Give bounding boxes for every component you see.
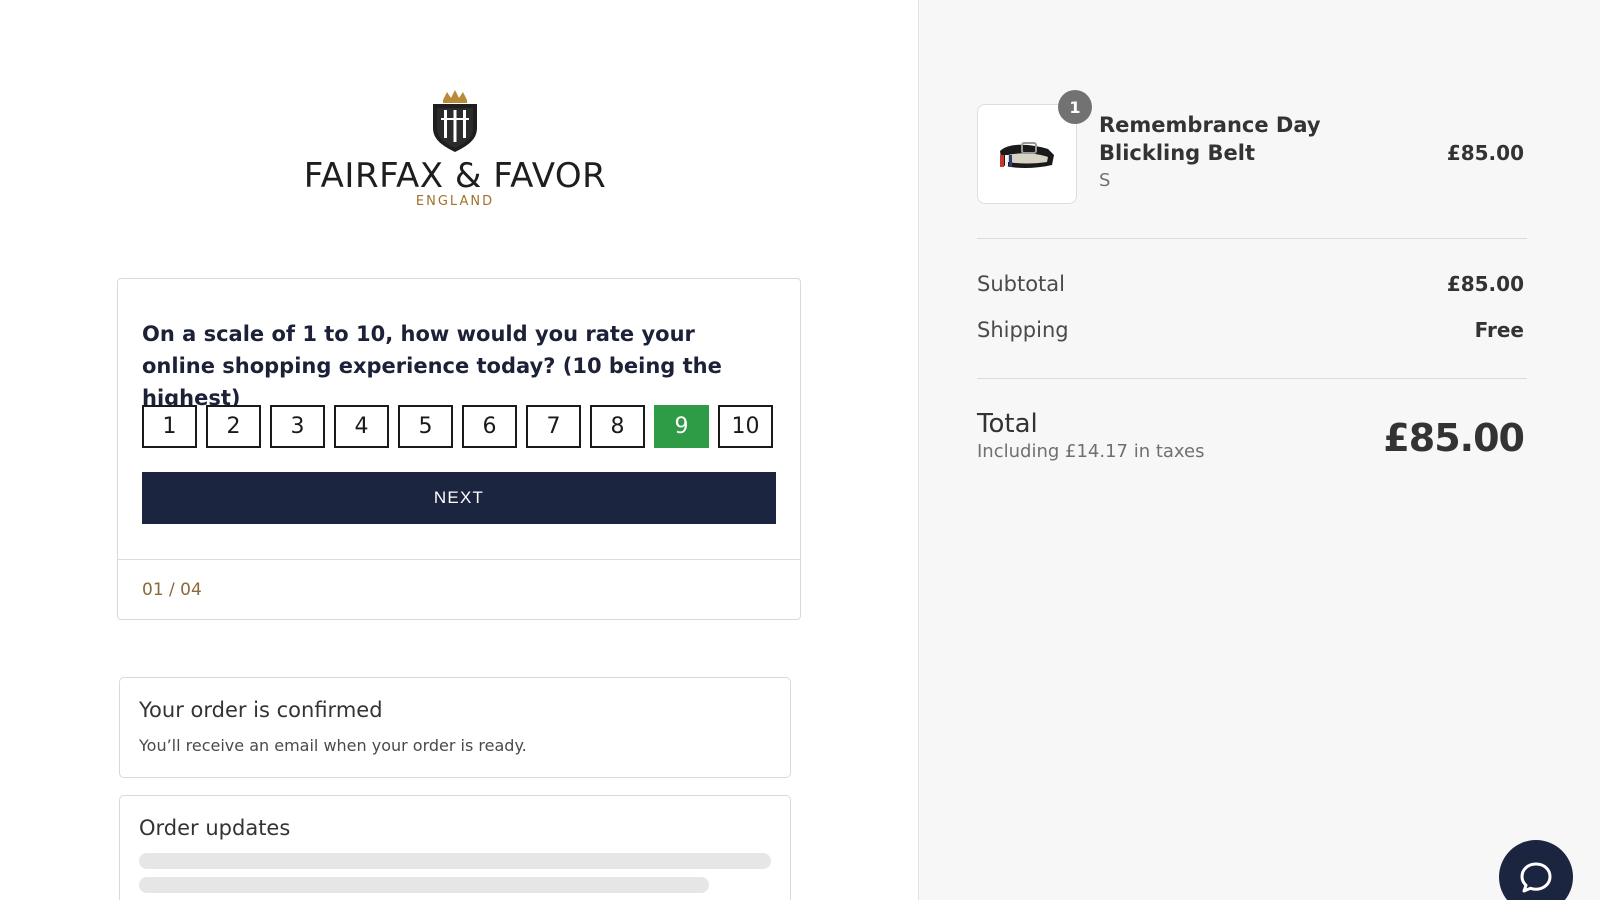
main-content: FAIRFAX & FAVOR ENGLAND On a scale of 1 … — [0, 0, 918, 900]
rating-option-3[interactable]: 3 — [270, 405, 325, 448]
rating-option-2[interactable]: 2 — [206, 405, 261, 448]
divider — [977, 238, 1527, 239]
crest-icon — [433, 90, 477, 152]
survey-card: On a scale of 1 to 10, how would you rat… — [117, 278, 801, 620]
rating-scale: 1 2 3 4 5 6 7 8 9 10 — [142, 405, 773, 448]
subtotal-value: £85.00 — [1446, 272, 1524, 296]
tax-note: Including £14.17 in taxes — [977, 441, 1205, 462]
order-updates-title: Order updates — [139, 816, 291, 840]
belt-image-icon — [1000, 142, 1054, 168]
order-confirmed-card: Your order is confirmed You’ll receive a… — [119, 677, 791, 778]
total-label: Total — [977, 409, 1038, 439]
brand-name: FAIRFAX & FAVOR — [303, 156, 607, 196]
rating-option-9[interactable]: 9 — [654, 405, 709, 448]
product-name: Remembrance Day Blickling Belt — [1099, 113, 1321, 165]
rating-option-5[interactable]: 5 — [398, 405, 453, 448]
chat-bubble-icon — [1520, 862, 1552, 893]
brand-logo[interactable]: FAIRFAX & FAVOR ENGLAND — [290, 88, 620, 216]
product-variant: S — [1099, 170, 1111, 191]
loading-placeholder — [139, 877, 709, 893]
loading-placeholder — [139, 853, 771, 869]
next-button[interactable]: NEXT — [142, 472, 776, 524]
rating-option-6[interactable]: 6 — [462, 405, 517, 448]
shipping-value: Free — [1474, 318, 1524, 342]
order-summary: 1 Remembrance Day Blickling Belt S £85.0… — [918, 0, 1600, 900]
survey-progress: 01 / 04 — [142, 580, 202, 600]
brand-subtitle: ENGLAND — [415, 194, 495, 209]
shipping-label: Shipping — [977, 318, 1069, 342]
quantity-badge: 1 — [1058, 90, 1092, 124]
subtotal-label: Subtotal — [977, 272, 1065, 296]
total-value: £85.00 — [1383, 416, 1525, 460]
order-confirmed-text: You’ll receive an email when your order … — [139, 736, 527, 755]
rating-option-8[interactable]: 8 — [590, 405, 645, 448]
order-confirmed-title: Your order is confirmed — [139, 698, 383, 722]
divider — [977, 378, 1527, 379]
rating-option-4[interactable]: 4 — [334, 405, 389, 448]
rating-option-10[interactable]: 10 — [718, 405, 773, 448]
survey-question: On a scale of 1 to 10, how would you rat… — [142, 322, 722, 410]
rating-option-1[interactable]: 1 — [142, 405, 197, 448]
product-price: £85.00 — [1446, 141, 1524, 165]
rating-option-7[interactable]: 7 — [526, 405, 581, 448]
order-updates-card: Order updates — [119, 795, 791, 900]
survey-footer: 01 / 04 — [118, 559, 800, 619]
